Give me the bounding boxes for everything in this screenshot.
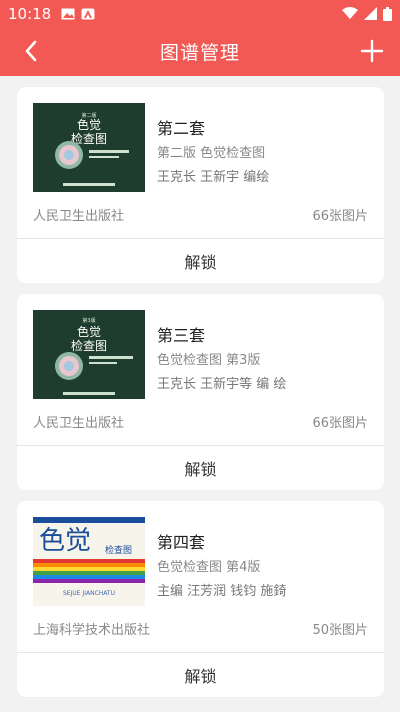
book-subtitle: 色觉检查图 第4版 xyxy=(157,560,261,575)
page-title: 图谱管理 xyxy=(159,42,240,64)
app-bar: 图谱管理 xyxy=(0,27,400,76)
book-image-count: 66张图片 xyxy=(312,209,368,224)
book-card[interactable]: 第3版 色觉 检查图 第三套 色觉检查图 第3版 王克长 王新宇等 编 绘 人民… xyxy=(17,294,384,490)
book-subtitle: 第二版 色觉检查图 xyxy=(157,146,266,161)
signal-icon xyxy=(364,7,377,20)
book-authors: 王克长 王新宇等 编 绘 xyxy=(157,377,287,392)
app-notification-icon xyxy=(81,8,95,19)
svg-text:第3版: 第3版 xyxy=(82,317,95,324)
status-bar: 10:18 xyxy=(0,0,400,27)
unlock-button[interactable]: 解锁 xyxy=(17,446,384,490)
book-image-count: 66张图片 xyxy=(312,416,368,431)
book-authors: 王克长 王新宇 编绘 xyxy=(157,170,270,185)
book-cover-image: 第3版 色觉 检查图 xyxy=(33,310,145,399)
svg-text:检查图: 检查图 xyxy=(71,338,107,353)
unlock-button[interactable]: 解锁 xyxy=(17,239,384,283)
book-cover-image: 色觉 检查图 SEJUE JIANCHATU xyxy=(33,517,145,606)
book-title: 第四套 xyxy=(157,533,206,552)
book-cover-image: 第二版 色觉 检查图 xyxy=(33,103,145,192)
battery-icon xyxy=(383,6,392,21)
book-image-count: 50张图片 xyxy=(312,623,368,638)
wifi-icon xyxy=(342,7,358,19)
svg-text:SEJUE JIANCHATU: SEJUE JIANCHATU xyxy=(63,590,115,597)
book-card[interactable]: 第二版 色觉 检查图 第二套 第二版 色觉检查图 王克长 王新宇 编绘 人民卫生… xyxy=(17,87,384,283)
book-authors: 主编 汪芳润 钱钧 施錡 xyxy=(157,584,287,599)
book-publisher: 上海科学技术出版社 xyxy=(33,623,151,638)
image-notification-icon xyxy=(61,8,75,19)
svg-text:色觉: 色觉 xyxy=(77,325,101,339)
plus-icon[interactable] xyxy=(360,39,384,63)
book-subtitle: 色觉检查图 第3版 xyxy=(157,353,261,368)
unlock-button[interactable]: 解锁 xyxy=(17,653,384,697)
book-card[interactable]: 色觉 检查图 SEJUE JIANCHATU 第四套 色觉检查图 第4版 主编 … xyxy=(17,501,384,697)
status-time: 10:18 xyxy=(8,4,52,23)
book-title: 第三套 xyxy=(157,326,206,345)
book-publisher: 人民卫生出版社 xyxy=(33,416,125,431)
book-publisher: 人民卫生出版社 xyxy=(33,209,125,224)
svg-text:检查图: 检查图 xyxy=(105,544,132,556)
svg-text:色觉: 色觉 xyxy=(39,526,91,556)
svg-text:色觉: 色觉 xyxy=(77,118,101,132)
book-title: 第二套 xyxy=(157,119,206,138)
